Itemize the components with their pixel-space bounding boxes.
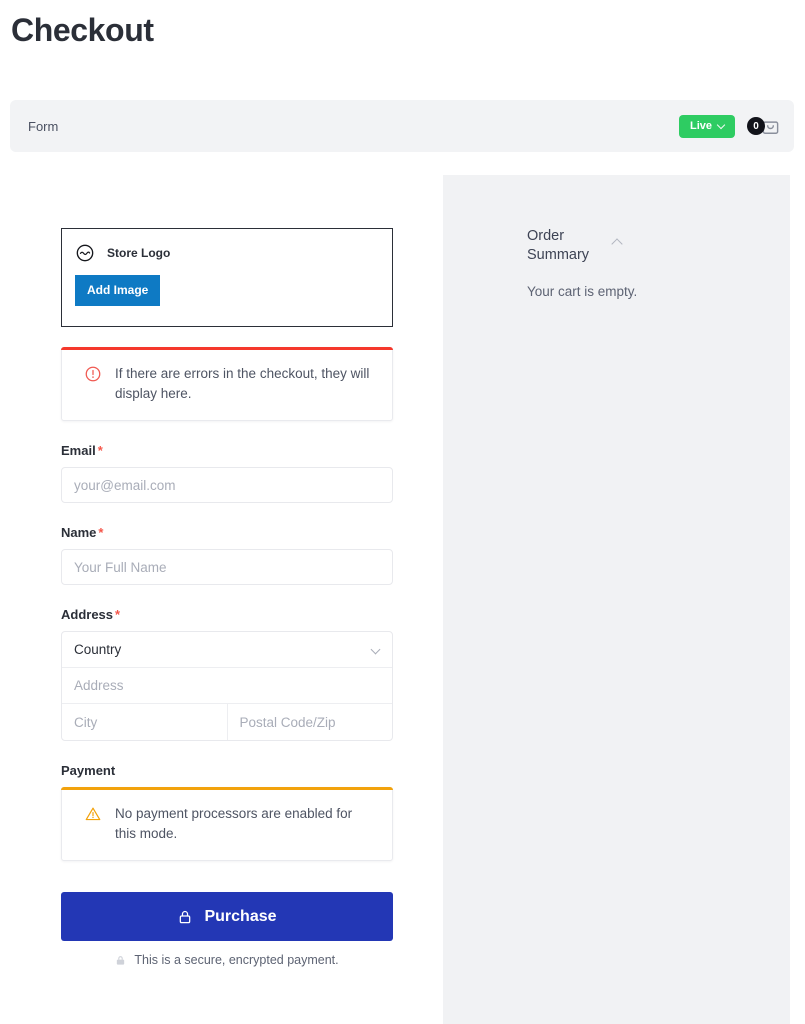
secure-payment-note: This is a secure, encrypted payment.: [61, 953, 393, 967]
postal-code-input[interactable]: [227, 704, 392, 740]
lock-icon: [117, 955, 125, 965]
payment-warning-text: No payment processors are enabled for th…: [115, 806, 353, 841]
chevron-up-icon[interactable]: [611, 236, 625, 250]
name-label-text: Name: [61, 525, 97, 540]
form-header-bar: Form Live 0: [10, 100, 794, 152]
form-tab-label: Form: [28, 118, 59, 134]
city-cell: [62, 704, 227, 740]
country-select[interactable]: Country: [62, 632, 392, 667]
name-label: Name *: [61, 525, 393, 540]
page-title: Checkout: [11, 12, 154, 48]
order-summary-content: Order Summary Your cart is empty.: [527, 227, 757, 299]
street-cell: [62, 668, 392, 704]
email-label: Email *: [61, 443, 393, 458]
error-notice: If there are errors in the checkout, the…: [61, 347, 393, 421]
form-bar-actions: Live 0: [678, 114, 780, 138]
error-notice-text: If there are errors in the checkout, the…: [115, 366, 370, 401]
purchase-button[interactable]: Purchase: [61, 892, 393, 941]
warning-triangle-icon: [85, 807, 101, 821]
cart-empty-text: Your cart is empty.: [527, 284, 638, 299]
email-label-text: Email: [61, 443, 96, 458]
postal-cell: [226, 704, 392, 740]
address-label-text: Address: [61, 607, 114, 622]
checkout-main: Store Logo Add Image If there are errors…: [0, 175, 805, 1024]
email-input[interactable]: [61, 467, 393, 503]
cart-button[interactable]: 0: [747, 115, 780, 137]
city-input[interactable]: [62, 704, 227, 740]
payment-warning-notice: No payment processors are enabled for th…: [61, 787, 393, 861]
email-required-mark: *: [97, 443, 103, 458]
live-mode-label: Live: [689, 119, 712, 132]
country-cell: Country: [62, 632, 392, 668]
payment-field-group: Payment No payment processors are enable…: [61, 763, 393, 861]
name-field-group: Name *: [61, 525, 393, 585]
address-label: Address *: [61, 607, 393, 622]
address-required-mark: *: [115, 607, 121, 622]
store-logo-icon: [76, 244, 94, 262]
store-logo-label: Store Logo: [107, 246, 171, 260]
form-content: Store Logo Add Image If there are errors…: [61, 228, 393, 967]
address-row-country: Country: [62, 632, 392, 668]
order-summary-panel: Order Summary Your cart is empty.: [443, 175, 790, 1024]
address-row-city-postal: [62, 704, 392, 740]
secure-payment-text: This is a secure, encrypted payment.: [134, 953, 339, 967]
store-logo-card: Store Logo Add Image: [61, 228, 393, 327]
address-row-street: [62, 668, 392, 704]
cart-count-badge: 0: [747, 117, 765, 135]
street-address-input[interactable]: [62, 668, 392, 703]
payment-label: Payment: [61, 763, 116, 778]
form-column: Store Logo Add Image If there are errors…: [0, 175, 443, 1024]
purchase-button-label: Purchase: [204, 907, 277, 925]
order-summary-title: Order Summary: [527, 228, 590, 263]
chevron-down-icon: [718, 122, 726, 130]
name-input[interactable]: [61, 549, 393, 585]
name-required-mark: *: [98, 525, 104, 540]
lock-icon: [180, 910, 191, 923]
error-circle-icon: [85, 366, 101, 382]
address-group: Country: [61, 631, 393, 741]
chevron-down-icon: [372, 646, 380, 654]
store-logo-row: Store Logo: [75, 243, 379, 263]
address-field-group: Address * Country: [61, 607, 393, 741]
order-summary-header[interactable]: Order Summary: [527, 227, 757, 265]
checkout-page: Checkout Form Live 0 Store Logo Add Imag…: [0, 0, 805, 1024]
add-image-button[interactable]: Add Image: [75, 275, 161, 306]
email-field-group: Email *: [61, 443, 393, 503]
live-mode-dropdown[interactable]: Live: [678, 114, 735, 138]
